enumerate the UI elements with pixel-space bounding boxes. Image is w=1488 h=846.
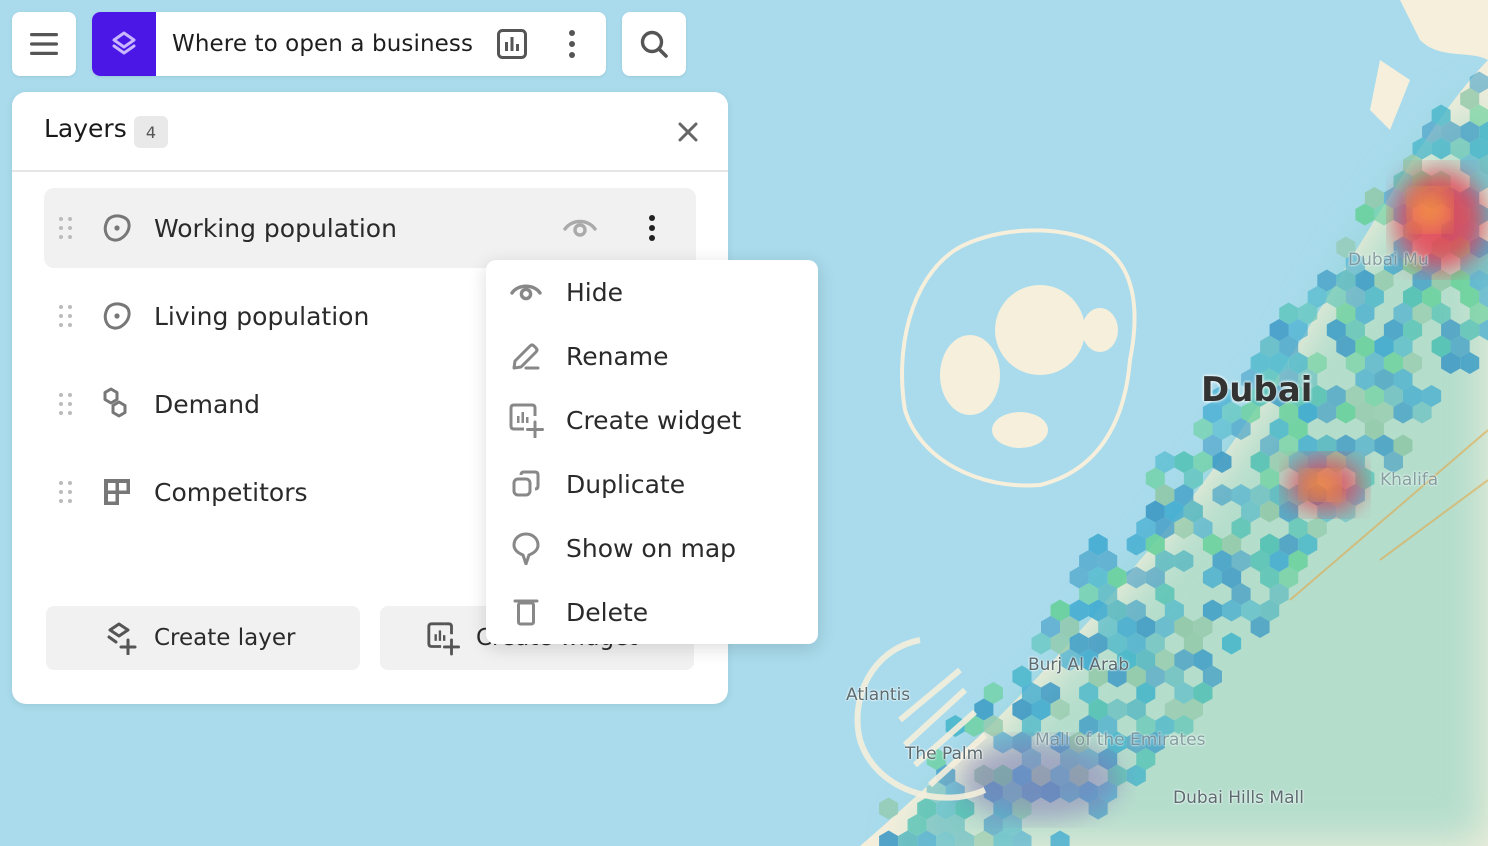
add-layer-icon — [104, 621, 138, 655]
panel-title: Layers — [44, 114, 127, 143]
menu-item-delete[interactable]: Delete — [486, 580, 818, 644]
land-north — [1400, 0, 1488, 60]
hexagons-icon — [100, 387, 134, 421]
drag-handle-icon[interactable] — [56, 479, 76, 505]
menu-item-label: Hide — [566, 277, 623, 307]
project-layers-button[interactable] — [92, 12, 156, 76]
drag-handle-icon[interactable] — [56, 303, 76, 329]
menu-item-hide[interactable]: Hide — [486, 260, 818, 324]
pencil-icon — [508, 338, 544, 374]
vertical-dots-icon — [649, 215, 655, 241]
close-panel-button[interactable] — [672, 116, 704, 148]
menu-item-label: Rename — [566, 341, 669, 371]
map-area-pin-icon — [100, 211, 134, 245]
toggle-visibility-button[interactable] — [560, 214, 600, 242]
map-label-dubai-hills-mall: Dubai Hills Mall — [1173, 788, 1304, 808]
menu-item-label: Create widget — [566, 405, 742, 435]
menu-item-create-widget[interactable]: Create widget — [486, 388, 818, 452]
hotspot-marina-core — [1302, 471, 1338, 499]
bar-chart-icon — [497, 29, 527, 59]
create-layer-label: Create layer — [154, 625, 296, 651]
project-bar: Where to open a business — [92, 12, 606, 76]
map-pin-icon — [508, 530, 544, 566]
dashboard-button[interactable] — [494, 26, 530, 62]
project-title[interactable]: Where to open a business — [172, 31, 494, 57]
eye-icon — [508, 274, 544, 310]
map-label-the-palm: The Palm — [905, 744, 984, 764]
search-button[interactable] — [622, 12, 686, 76]
grid-blocks-icon — [100, 475, 134, 509]
close-icon — [678, 122, 698, 142]
menu-item-show-on-map[interactable]: Show on map — [486, 516, 818, 580]
purple-zone — [960, 740, 1120, 820]
create-layer-button[interactable]: Create layer — [46, 606, 360, 670]
layer-more-button[interactable] — [636, 212, 668, 244]
main-menu-button[interactable] — [12, 12, 76, 76]
add-widget-icon — [508, 402, 544, 438]
map-label-khalifa: Khalifa — [1380, 470, 1439, 490]
menu-item-label: Show on map — [566, 533, 737, 563]
menu-item-duplicate[interactable]: Duplicate — [486, 452, 818, 516]
menu-item-label: Duplicate — [566, 469, 686, 499]
layer-item-working-population[interactable]: Working population — [44, 188, 696, 268]
drag-handle-icon[interactable] — [56, 215, 76, 241]
vertical-dots-icon — [569, 30, 575, 58]
panel-header: Layers 4 — [12, 92, 728, 172]
map-label-atlantis: Atlantis — [846, 685, 911, 705]
map-label-mall-of-the-emirates: Mall of the Emirates — [1035, 730, 1206, 750]
map-label-burj-al-arab: Burj Al Arab — [1028, 655, 1130, 675]
search-icon — [640, 30, 668, 58]
project-more-button[interactable] — [558, 26, 586, 62]
layer-context-menu: Hide Rename Create widget Duplicate Show… — [486, 260, 818, 644]
map-label-dubai: Dubai — [1201, 370, 1313, 410]
eye-icon — [563, 219, 597, 237]
layer-label: Working population — [154, 213, 397, 243]
layers-stack-icon — [112, 31, 136, 55]
layers-count-badge: 4 — [134, 116, 168, 148]
map-label-dubai-mu: Dubai Mu — [1348, 250, 1429, 270]
the-world-islands — [900, 228, 1137, 488]
land-spit — [1370, 60, 1410, 130]
duplicate-icon — [508, 466, 544, 502]
add-widget-icon — [426, 621, 460, 656]
trash-icon — [508, 594, 544, 630]
menu-item-label: Delete — [566, 597, 649, 627]
hotspot-downtown-core — [1410, 190, 1450, 230]
menu-item-rename[interactable]: Rename — [486, 324, 818, 388]
hamburger-menu-icon — [30, 33, 58, 55]
map-area-pin-icon — [100, 299, 134, 333]
drag-handle-icon[interactable] — [56, 391, 76, 417]
